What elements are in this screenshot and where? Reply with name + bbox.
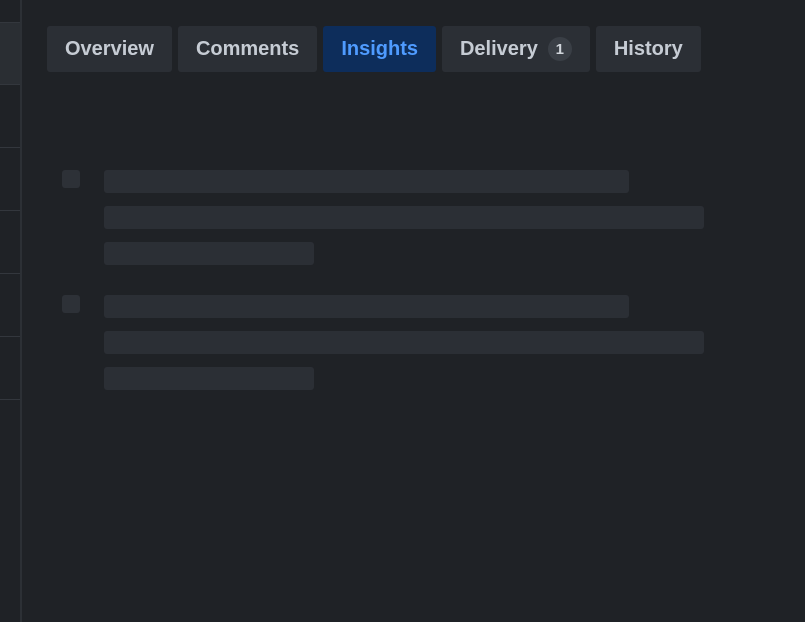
count-badge: 1: [547, 37, 572, 61]
panel-divider[interactable]: [20, 0, 22, 622]
app-root: Overview Comments Insights Delivery 1 Hi…: [0, 0, 805, 622]
tab-insights[interactable]: Insights: [323, 26, 436, 72]
side-panel-row[interactable]: [0, 22, 20, 85]
skeleton-line: [104, 242, 314, 265]
skeleton-line: [104, 295, 629, 318]
skeleton-checkbox: [62, 170, 80, 188]
tab-label: History: [613, 37, 683, 60]
tab-bar: Overview Comments Insights Delivery 1 Hi…: [47, 26, 701, 72]
tab-label: Overview: [65, 37, 154, 60]
skeleton-line: [104, 206, 704, 229]
side-panel-row[interactable]: [0, 147, 20, 210]
tab-label: Delivery: [459, 37, 538, 60]
skeleton-line: [104, 331, 704, 354]
skeleton-line: [104, 367, 314, 390]
skeleton-checkbox: [62, 295, 80, 313]
side-panel-row[interactable]: [0, 336, 20, 399]
tab-label: Comments: [195, 37, 300, 60]
side-panel-row[interactable]: [0, 210, 20, 273]
side-panel-edge: [0, 0, 20, 622]
side-panel-row: [0, 399, 20, 400]
tab-history[interactable]: History: [595, 26, 701, 72]
tab-comments[interactable]: Comments: [177, 26, 318, 72]
tab-overview[interactable]: Overview: [47, 26, 172, 72]
tab-label: Insights: [341, 37, 418, 60]
side-panel-row[interactable]: [0, 273, 20, 336]
skeleton-line: [104, 170, 629, 193]
tab-delivery[interactable]: Delivery 1: [441, 26, 590, 72]
